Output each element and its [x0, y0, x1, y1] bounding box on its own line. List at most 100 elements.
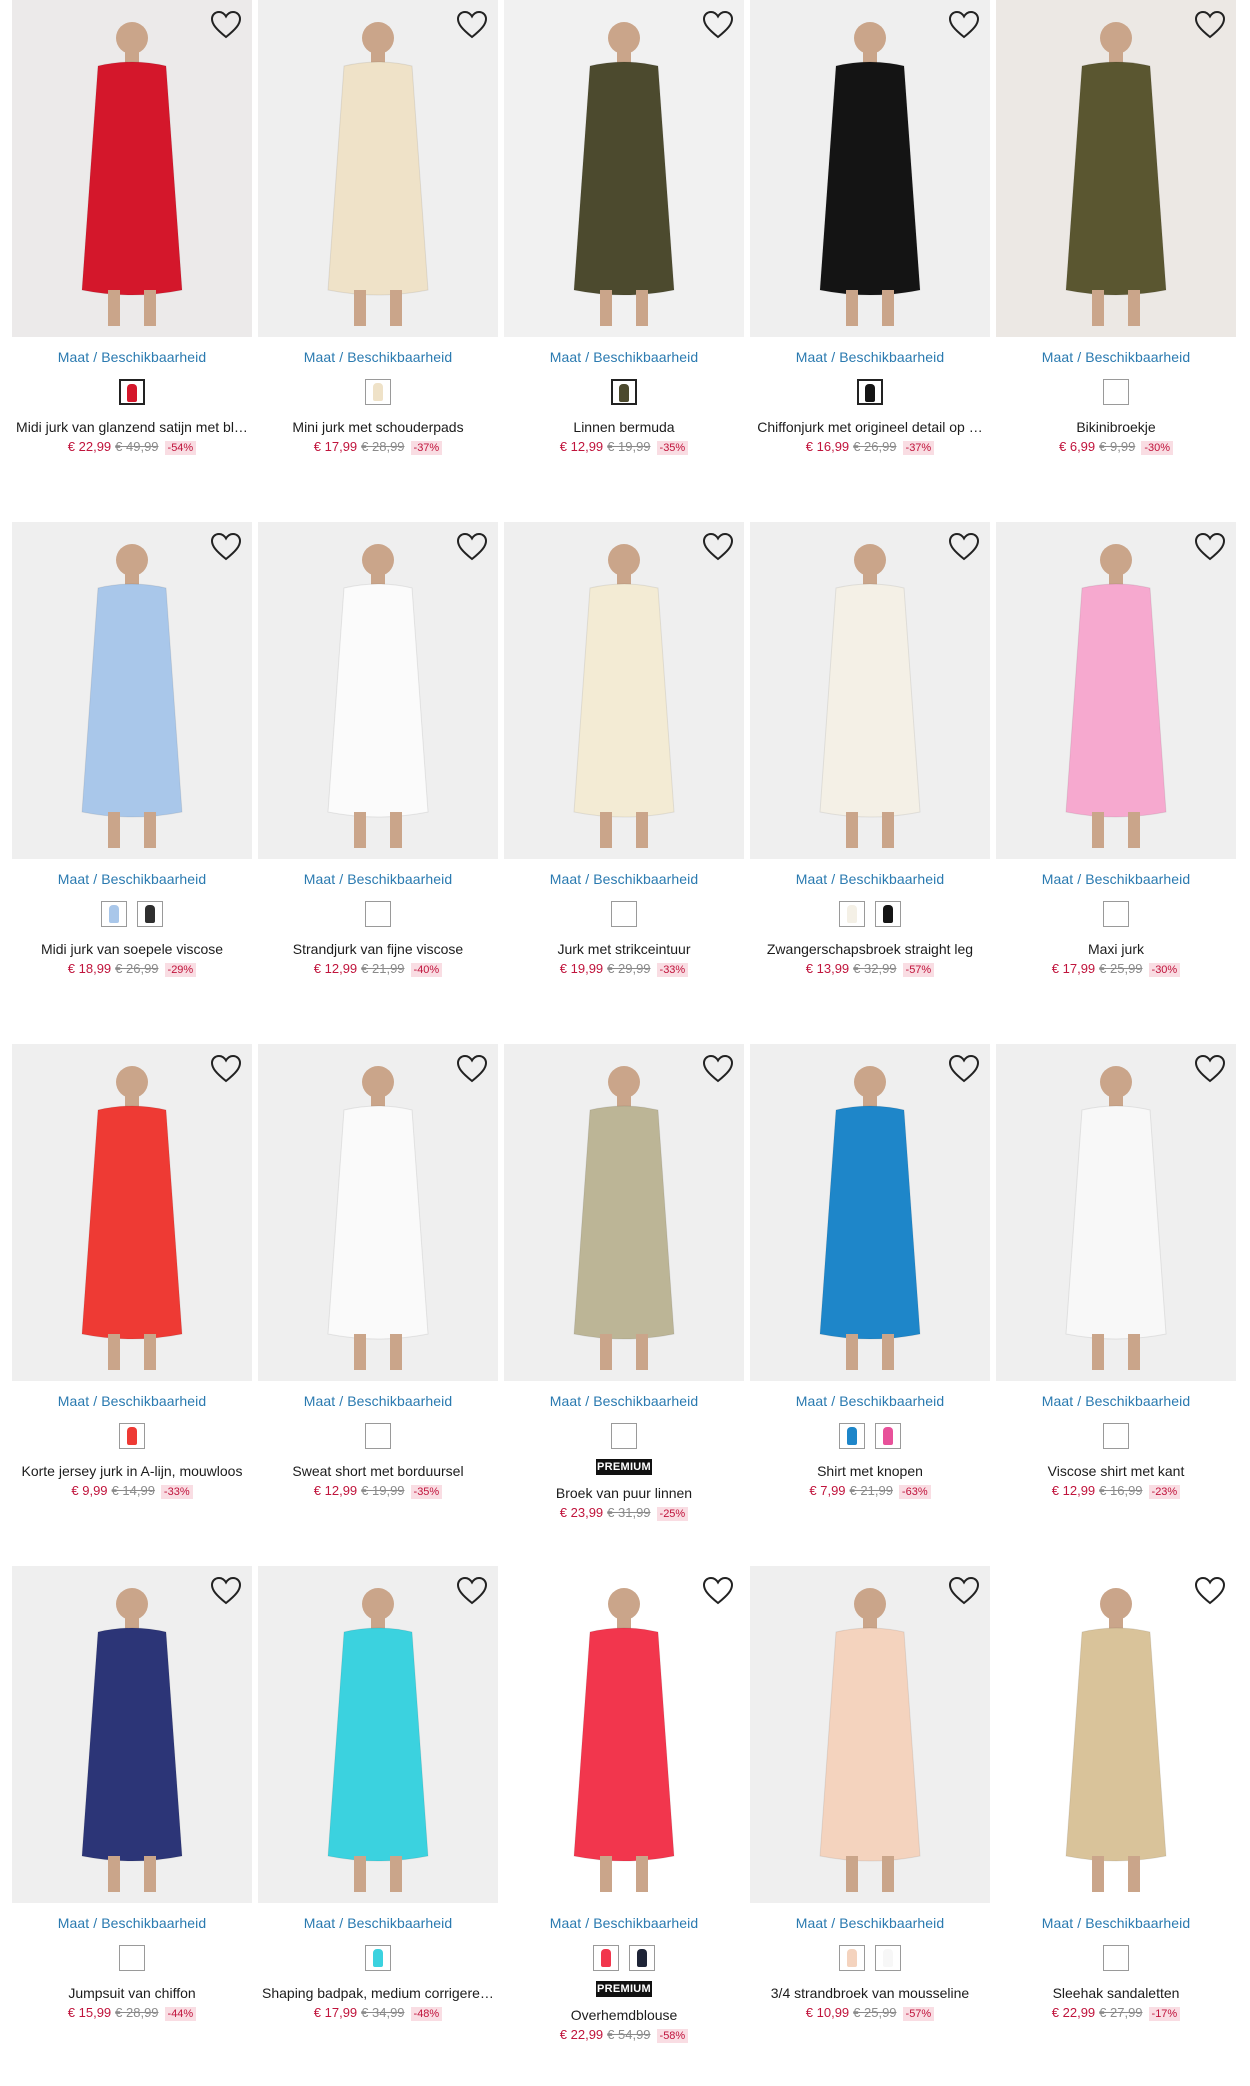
- color-swatch[interactable]: [839, 1945, 865, 1971]
- product-image[interactable]: [258, 522, 498, 859]
- product-image[interactable]: [750, 0, 990, 337]
- product-card[interactable]: Maat / Beschikbaarheid Jumpsuit van chiff…: [12, 1566, 252, 2021]
- product-card[interactable]: Maat / Beschikbaarheid Mini jurk met scho…: [258, 0, 498, 455]
- product-card[interactable]: Maat / Beschikbaarheid Strandjurk van fij…: [258, 522, 498, 977]
- wishlist-heart-icon[interactable]: [948, 532, 980, 562]
- size-availability-link[interactable]: Maat / Beschikbaarheid: [750, 349, 990, 365]
- product-name[interactable]: Korte jersey jurk in A-lijn, mouwloos: [12, 1463, 252, 1479]
- color-swatch[interactable]: [611, 1423, 637, 1449]
- product-name[interactable]: Overhemdblouse: [504, 2007, 744, 2023]
- wishlist-heart-icon[interactable]: [1194, 532, 1226, 562]
- color-swatch[interactable]: [593, 1945, 619, 1971]
- product-image[interactable]: [750, 1044, 990, 1381]
- size-availability-link[interactable]: Maat / Beschikbaarheid: [12, 349, 252, 365]
- color-swatch[interactable]: [875, 1423, 901, 1449]
- color-swatch[interactable]: [119, 1945, 145, 1971]
- product-name[interactable]: Mini jurk met schouderpads: [258, 419, 498, 435]
- size-availability-link[interactable]: Maat / Beschikbaarheid: [996, 871, 1236, 887]
- wishlist-heart-icon[interactable]: [456, 532, 488, 562]
- product-image[interactable]: [750, 1566, 990, 1903]
- color-swatch[interactable]: [1103, 1423, 1129, 1449]
- product-card[interactable]: Maat / Beschikbaarheid Korte jersey jurk …: [12, 1044, 252, 1499]
- wishlist-heart-icon[interactable]: [1194, 10, 1226, 40]
- product-card[interactable]: Maat / Beschikbaarheid Linnen bermuda € 12…: [504, 0, 744, 455]
- color-swatch[interactable]: [101, 901, 127, 927]
- product-image[interactable]: [504, 522, 744, 859]
- product-image[interactable]: [504, 1566, 744, 1903]
- product-name[interactable]: Linnen bermuda: [504, 419, 744, 435]
- product-name[interactable]: 3/4 strandbroek van mousseline: [750, 1985, 990, 2001]
- wishlist-heart-icon[interactable]: [210, 532, 242, 562]
- product-card[interactable]: Maat / Beschikbaarheid Sweat short met bo…: [258, 1044, 498, 1499]
- product-name[interactable]: Shaping badpak, medium corrigerend: [258, 1985, 498, 2001]
- product-name[interactable]: Bikinibroekje: [996, 419, 1236, 435]
- product-name[interactable]: Midi jurk van soepele viscose: [12, 941, 252, 957]
- product-name[interactable]: Jumpsuit van chiffon: [12, 1985, 252, 2001]
- wishlist-heart-icon[interactable]: [1194, 1576, 1226, 1606]
- product-name[interactable]: Zwangerschapsbroek straight leg: [750, 941, 990, 957]
- size-availability-link[interactable]: Maat / Beschikbaarheid: [750, 871, 990, 887]
- size-availability-link[interactable]: Maat / Beschikbaarheid: [504, 871, 744, 887]
- size-availability-link[interactable]: Maat / Beschikbaarheid: [258, 349, 498, 365]
- wishlist-heart-icon[interactable]: [948, 1576, 980, 1606]
- product-card[interactable]: Maat / Beschikbaarheid Midi jurk van soep…: [12, 522, 252, 977]
- size-availability-link[interactable]: Maat / Beschikbaarheid: [996, 1393, 1236, 1409]
- color-swatch[interactable]: [857, 379, 883, 405]
- size-availability-link[interactable]: Maat / Beschikbaarheid: [12, 1393, 252, 1409]
- color-swatch[interactable]: [1103, 1945, 1129, 1971]
- size-availability-link[interactable]: Maat / Beschikbaarheid: [996, 1915, 1236, 1931]
- wishlist-heart-icon[interactable]: [702, 10, 734, 40]
- wishlist-heart-icon[interactable]: [456, 10, 488, 40]
- color-swatch[interactable]: [875, 901, 901, 927]
- color-swatch[interactable]: [365, 901, 391, 927]
- color-swatch[interactable]: [119, 379, 145, 405]
- color-swatch[interactable]: [365, 1945, 391, 1971]
- color-swatch[interactable]: [611, 901, 637, 927]
- color-swatch[interactable]: [1103, 379, 1129, 405]
- wishlist-heart-icon[interactable]: [456, 1576, 488, 1606]
- product-image[interactable]: [12, 0, 252, 337]
- product-image[interactable]: [258, 1566, 498, 1903]
- color-swatch[interactable]: [611, 379, 637, 405]
- color-swatch[interactable]: [1103, 901, 1129, 927]
- size-availability-link[interactable]: Maat / Beschikbaarheid: [504, 1915, 744, 1931]
- product-name[interactable]: Broek van puur linnen: [504, 1485, 744, 1501]
- size-availability-link[interactable]: Maat / Beschikbaarheid: [258, 1393, 498, 1409]
- product-image[interactable]: [504, 1044, 744, 1381]
- wishlist-heart-icon[interactable]: [210, 10, 242, 40]
- color-swatch[interactable]: [119, 1423, 145, 1449]
- size-availability-link[interactable]: Maat / Beschikbaarheid: [996, 349, 1236, 365]
- product-name[interactable]: Sweat short met borduursel: [258, 1463, 498, 1479]
- product-name[interactable]: Viscose shirt met kant: [996, 1463, 1236, 1479]
- product-card[interactable]: Maat / Beschikbaarheid Chiffonjurk met or…: [750, 0, 990, 455]
- color-swatch[interactable]: [137, 901, 163, 927]
- product-name[interactable]: Chiffonjurk met origineel detail op …: [750, 419, 990, 435]
- product-name[interactable]: Midi jurk van glanzend satijn met bl…: [12, 419, 252, 435]
- wishlist-heart-icon[interactable]: [702, 1054, 734, 1084]
- wishlist-heart-icon[interactable]: [456, 1054, 488, 1084]
- product-card[interactable]: Maat / Beschikbaarheid Shirt met knopen € …: [750, 1044, 990, 1499]
- product-card[interactable]: Maat / Beschikbaarheid Midi jurk van glan…: [12, 0, 252, 455]
- product-name[interactable]: Jurk met strikceintuur: [504, 941, 744, 957]
- product-card[interactable]: Maat / Beschikbaarheid PREMIUM Overhemdblo…: [504, 1566, 744, 2043]
- color-swatch[interactable]: [875, 1945, 901, 1971]
- wishlist-heart-icon[interactable]: [702, 1576, 734, 1606]
- product-name[interactable]: Shirt met knopen: [750, 1463, 990, 1479]
- product-image[interactable]: [750, 522, 990, 859]
- size-availability-link[interactable]: Maat / Beschikbaarheid: [12, 871, 252, 887]
- color-swatch[interactable]: [365, 1423, 391, 1449]
- product-card[interactable]: Maat / Beschikbaarheid Maxi jurk € 17,99 € …: [996, 522, 1236, 977]
- product-image[interactable]: [12, 522, 252, 859]
- product-image[interactable]: [504, 0, 744, 337]
- product-image[interactable]: [12, 1044, 252, 1381]
- product-card[interactable]: Maat / Beschikbaarheid Shaping badpak, me…: [258, 1566, 498, 2021]
- product-card[interactable]: Maat / Beschikbaarheid Viscose shirt met …: [996, 1044, 1236, 1499]
- wishlist-heart-icon[interactable]: [210, 1054, 242, 1084]
- product-image[interactable]: [996, 1566, 1236, 1903]
- product-card[interactable]: Maat / Beschikbaarheid PREMIUM Broek van p…: [504, 1044, 744, 1521]
- size-availability-link[interactable]: Maat / Beschikbaarheid: [504, 1393, 744, 1409]
- size-availability-link[interactable]: Maat / Beschikbaarheid: [258, 1915, 498, 1931]
- size-availability-link[interactable]: Maat / Beschikbaarheid: [750, 1915, 990, 1931]
- size-availability-link[interactable]: Maat / Beschikbaarheid: [750, 1393, 990, 1409]
- product-card[interactable]: Maat / Beschikbaarheid 3/4 strandbroek va…: [750, 1566, 990, 2021]
